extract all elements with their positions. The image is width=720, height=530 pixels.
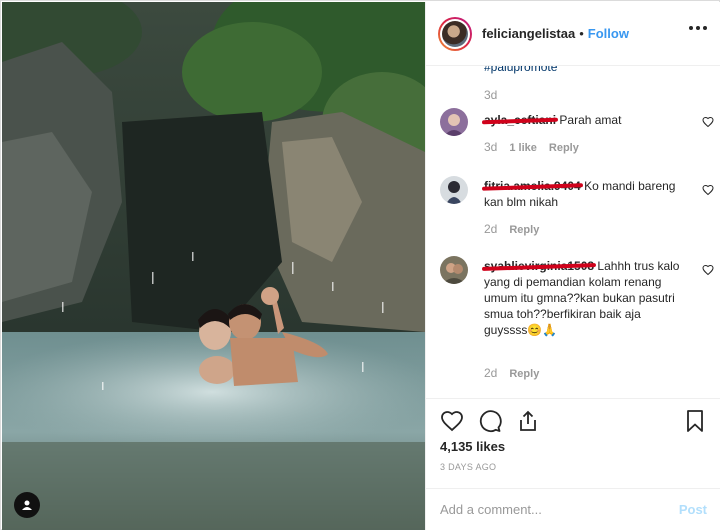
separator: • [579,26,584,41]
list-item: syahlievirginia1508 Lahhh trus kalo yang… [440,256,714,386]
post-modal: feliciangelistaa • Follow #palupromote 3… [0,0,720,530]
caption-hashtag[interactable]: #palupromote [484,66,557,74]
post-button[interactable]: Post [679,502,707,517]
action-icons [440,409,540,433]
more-options-icon[interactable] [689,26,707,30]
avatar[interactable] [440,176,468,204]
heart-icon[interactable] [702,116,714,128]
reply-button[interactable]: Reply [509,368,539,380]
avatar[interactable] [440,256,468,284]
avatar-inner [440,18,470,49]
more-dot [696,26,700,30]
comment-username[interactable]: fitria.amelia.9404 [481,179,583,193]
comment-time: 2d [484,366,498,380]
comment-username[interactable]: ayla_ceftiani [481,113,559,127]
avatar[interactable] [440,108,468,136]
more-dot [689,26,693,30]
action-bar: 4,135 likes 3 DAYS AGO [426,398,720,488]
share-icon[interactable] [516,409,540,433]
comment-username[interactable]: syahlievirginia1508 [481,259,597,273]
follow-button[interactable]: Follow [588,26,629,41]
avatar-image [440,176,468,204]
comment-text: syahlievirginia1508 Lahhh trus kalo yang… [481,258,684,338]
avatar-image [440,256,468,284]
list-item: ayla_ceftiani Parah amat 3d 1 like Reply [440,108,714,168]
header-text: feliciangelistaa • Follow [482,26,629,41]
avatar-image [442,20,468,47]
reply-button[interactable]: Reply [549,142,579,154]
likes-count[interactable]: 4,135 likes [440,439,505,454]
comment-likes[interactable]: 1 like [509,142,537,154]
reply-button[interactable]: Reply [509,224,539,236]
comment-text: fitria.amelia.9404 Ko mandi bareng kan b… [481,178,684,210]
post-sidebar: feliciangelistaa • Follow #palupromote 3… [425,2,720,530]
comment-input[interactable] [440,502,679,517]
avatar[interactable] [438,16,472,51]
list-item: fitria.amelia.9404 Ko mandi bareng kan b… [440,176,714,246]
caption-time: 3d [484,88,498,102]
comment-message: Parah amat [559,113,622,127]
more-dot [703,26,707,30]
comment-meta: 2d Reply [484,222,539,236]
user-tag-icon[interactable] [14,492,40,518]
comment-meta: 3d 1 like Reply [484,140,579,154]
post-header: feliciangelistaa • Follow [426,2,720,66]
heart-icon[interactable] [440,409,464,433]
avatar-image [440,108,468,136]
user-tag-glyph [22,500,32,510]
heart-icon[interactable] [702,184,714,196]
bookmark-icon[interactable] [683,409,707,433]
heart-icon[interactable] [702,264,714,276]
comment-time: 3d [484,140,498,154]
comment-meta: 2d Reply [484,366,539,380]
comments-list[interactable]: #palupromote 3d ayla_ceftiani Parah amat… [426,66,720,398]
comment-text: ayla_ceftiani Parah amat [481,112,684,128]
waterfall-photo [2,2,425,530]
author-username[interactable]: feliciangelistaa [482,26,575,41]
comment-icon[interactable] [478,409,502,433]
comment-time: 2d [484,222,498,236]
post-photo[interactable] [2,2,425,530]
post-date: 3 DAYS AGO [440,462,497,472]
add-comment-bar: Post [426,488,720,530]
